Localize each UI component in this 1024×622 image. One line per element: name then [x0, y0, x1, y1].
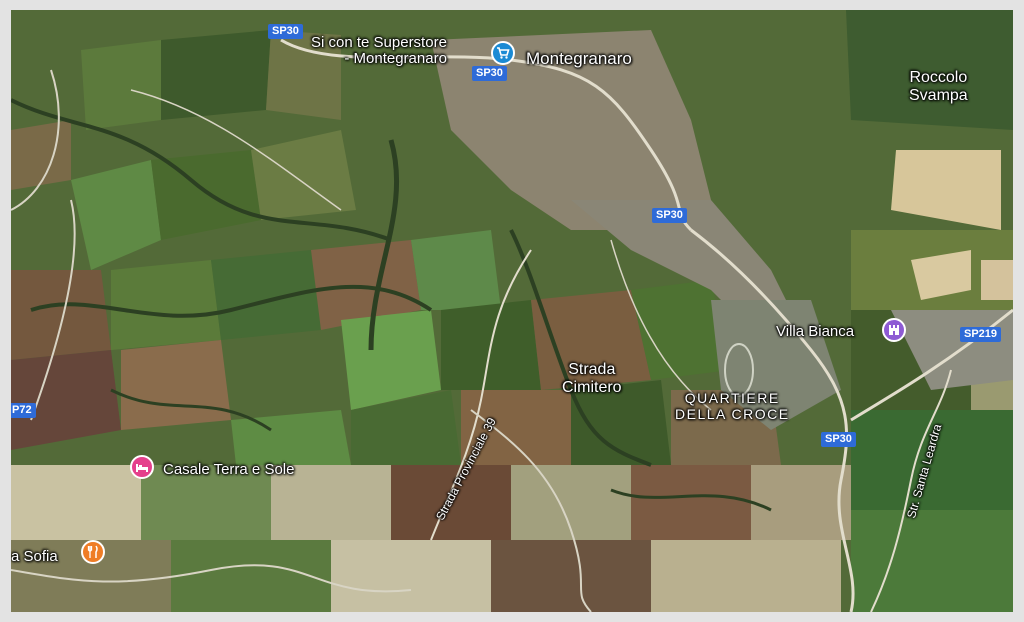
poi-label-casale-terra-e-sole[interactable]: Casale Terra e Sole: [163, 462, 294, 478]
place-label-roccolo-svampa[interactable]: Roccolo Svampa: [909, 69, 968, 105]
satellite-map[interactable]: SP30 SP30 SP30 SP30 SP219 P72 Montegrana…: [11, 10, 1013, 612]
road-shield-sp30: SP30: [652, 208, 687, 223]
poi-label-sofia[interactable]: a Sofia: [11, 549, 58, 565]
villa-bianca-pin[interactable]: [882, 318, 906, 342]
road-shield-sp30: SP30: [821, 432, 856, 447]
road-shield-sp30: SP30: [268, 24, 303, 39]
poi-label-villa-bianca[interactable]: Villa Bianca: [776, 324, 854, 340]
landmark-icon: [889, 325, 899, 335]
terrain-imagery: [11, 10, 1013, 612]
area-label-quartiere-della-croce[interactable]: QUARTIERE DELLA CROCE: [675, 390, 790, 422]
bed-icon: [136, 464, 148, 472]
casale-pin[interactable]: [130, 455, 154, 479]
place-label-strada-cimitero[interactable]: Strada Cimitero: [562, 361, 622, 397]
poi-label-superstore[interactable]: Si con te Superstore - Montegranaro: [311, 35, 447, 67]
road-shield-p72: P72: [11, 403, 36, 418]
place-label-montegranaro[interactable]: Montegranaro: [526, 50, 632, 68]
superstore-pin[interactable]: [491, 41, 515, 65]
fork-knife-icon: [87, 545, 98, 558]
sofia-restaurant-pin[interactable]: [81, 540, 105, 564]
road-shield-sp30: SP30: [472, 66, 507, 81]
shopping-cart-icon: [497, 47, 510, 59]
road-shield-sp219: SP219: [960, 327, 1002, 342]
